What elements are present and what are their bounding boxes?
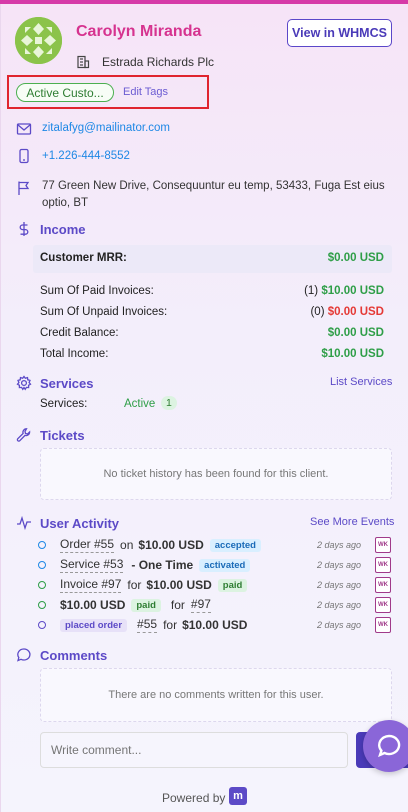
client-address: 77 Green New Drive, Consequuntur eu temp… [42, 180, 385, 209]
dollar-icon [16, 221, 32, 237]
user-activity-title: User Activity [40, 516, 119, 531]
activity-time: 2 days ago [317, 540, 362, 550]
activity-link[interactable]: Service #53 [60, 557, 124, 573]
comments-empty-box: There are no comments written for this u… [40, 668, 392, 722]
phone-icon [16, 148, 32, 164]
comments-empty-text: There are no comments written for this u… [108, 689, 324, 701]
chat-button[interactable] [363, 720, 408, 772]
activity-badge: paid [217, 578, 248, 592]
mail-icon [16, 121, 32, 137]
activity-dot [38, 601, 46, 609]
comments-title: Comments [40, 648, 108, 663]
client-name: Carolyn Miranda [76, 23, 202, 40]
activity-link[interactable]: #97 [190, 597, 211, 613]
activity-badge: accepted [209, 538, 261, 552]
income-label: Sum Of Unpaid Invoices: [40, 306, 168, 318]
whmcs-icon[interactable]: WK [375, 577, 391, 593]
activity-icon [16, 515, 32, 531]
activity-amount: $10.00 USD [182, 618, 248, 632]
activity-time: 2 days ago [317, 600, 362, 610]
comment-input[interactable] [40, 732, 348, 768]
income-value-row: (1) $10.00 USD [304, 285, 384, 297]
gear-icon [16, 375, 32, 391]
tickets-empty-box: No ticket history has been found for thi… [40, 448, 392, 500]
client-tag[interactable]: Active Custo... [16, 83, 114, 102]
activity-text: - One Time [131, 558, 194, 572]
services-status: Active [124, 398, 156, 410]
brand-logo[interactable]: m [229, 787, 247, 805]
income-value: $0.00 USD [327, 327, 384, 339]
activity-text: for [170, 598, 185, 612]
whmcs-icon[interactable]: WK [375, 557, 391, 573]
services-count-badge: 1 [161, 396, 177, 410]
income-value: $10.00 USD [321, 348, 384, 360]
mrr-label: Customer MRR: [40, 252, 127, 264]
activity-link[interactable]: #55 [137, 617, 158, 633]
activity-time: 2 days ago [317, 560, 362, 570]
chat-bubble-icon [378, 734, 401, 758]
activity-link[interactable]: Order #55 [60, 537, 115, 553]
activity-time: 2 days ago [317, 580, 362, 590]
client-email[interactable]: zitalafyg@mailinator.com [42, 122, 170, 134]
activity-amount: $10.00 USD [60, 598, 126, 612]
activity-time: 2 days ago [317, 620, 362, 630]
client-avatar [15, 17, 62, 64]
activity-dot [38, 541, 46, 549]
whmcs-icon[interactable]: WK [375, 537, 391, 553]
activity-link[interactable]: Invoice #97 [60, 577, 122, 593]
income-label: Credit Balance: [40, 327, 119, 339]
services-title: Services [40, 376, 94, 391]
list-services-link[interactable]: List Services [330, 376, 392, 388]
tickets-empty-text: No ticket history has been found for thi… [103, 468, 329, 480]
tickets-title: Tickets [40, 428, 85, 443]
activity-text: for [127, 578, 142, 592]
activity-amount: $10.00 USD [138, 538, 204, 552]
whmcs-icon[interactable]: WK [375, 597, 391, 613]
activity-text: for [163, 618, 178, 632]
whmcs-icon[interactable]: WK [375, 617, 391, 633]
activity-dot [38, 561, 46, 569]
services-label: Services: [40, 398, 88, 410]
client-company: Estrada Richards Plc [102, 55, 215, 69]
income-title: Income [40, 222, 86, 237]
edit-tags-link[interactable]: Edit Tags [123, 86, 168, 98]
activity-dot [38, 621, 46, 629]
comment-icon [16, 647, 32, 663]
see-more-events-link[interactable]: See More Events [310, 516, 394, 528]
building-icon [76, 55, 90, 69]
activity-badge: activated [199, 558, 251, 572]
income-value-row: (0) $0.00 USD [310, 306, 384, 318]
view-in-whmcs-button[interactable]: View in WHMCS [287, 19, 392, 47]
client-phone[interactable]: +1.226-444-8552 [42, 150, 130, 162]
activity-text: on [120, 538, 134, 552]
flag-icon [16, 180, 32, 196]
activity-amount: $10.00 USD [146, 578, 212, 592]
activity-badge: placed order [60, 618, 128, 632]
activity-dot [38, 581, 46, 589]
activity-badge: paid [131, 598, 161, 612]
powered-by-text: Powered by [162, 791, 226, 805]
income-label: Total Income: [40, 348, 109, 360]
mrr-value: $0.00 USD [327, 252, 384, 264]
wrench-icon [16, 427, 32, 443]
income-label: Sum Of Paid Invoices: [40, 285, 154, 297]
